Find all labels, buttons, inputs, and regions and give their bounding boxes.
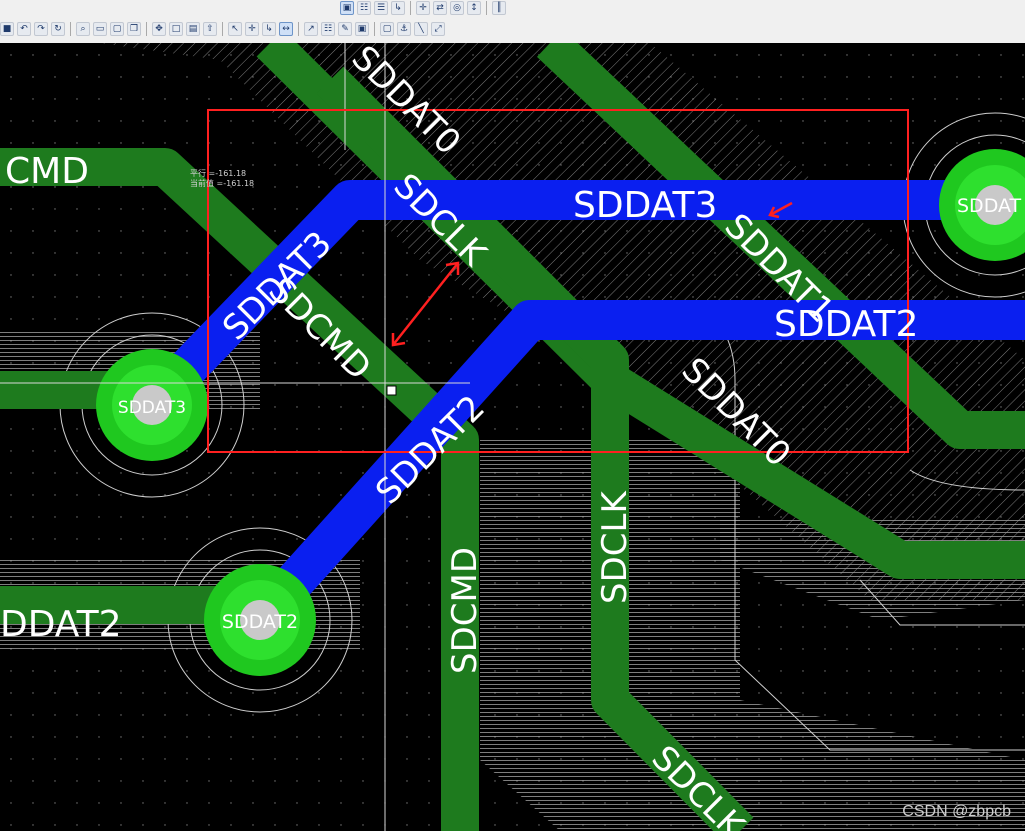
pad-label-sddat2: SDDAT2 [222,611,298,633]
export-icon[interactable]: ⇧ [203,22,217,36]
watermark: CSDN @zbpcb [902,803,1011,820]
pointer-icon[interactable]: ↖ [228,22,242,36]
pen-icon[interactable]: ✎ [338,22,352,36]
height-icon[interactable]: ↕ [467,1,481,15]
unlock-icon[interactable]: ▢ [380,22,394,36]
label-sdcmd-left: CMD [5,151,89,192]
trace-icon[interactable]: ╲ [414,22,428,36]
via-icon[interactable]: ◎ [450,1,464,15]
tooltip-line1: 平行 =-161.18 [190,168,246,178]
copy-icon[interactable]: ❐ [127,22,141,36]
toolbar-separator [374,22,375,36]
anchor-icon[interactable]: ⚓ [397,22,411,36]
lock-icon[interactable]: ▣ [355,22,369,36]
toolbar-bottom-row: ■ ↶ ↷ ↻ ⌕ ▭ ▢ ❐ ✥ □ ▤ ⇧ ↖ ✛ ↳ ↔ ↗ ☷ ✎ ▣ ▢ ⚓ ╲ ⤢ [0,22,445,36]
label-sdclk-vertical: SDCLK [595,490,635,604]
pad-label-sddat3: SDDAT3 [118,398,186,418]
pcb-canvas[interactable]: CMD SDDAT0 SDCLK SDDAT3 SDDAT1 SDDAT2 SD… [0,43,1025,831]
measure-icon[interactable]: ↔ [279,22,293,36]
toolbar-separator [146,22,147,36]
toolbar-separator [486,1,487,15]
grid-icon[interactable]: ☷ [357,1,371,15]
list-icon[interactable]: ☰ [374,1,388,15]
label-sddat3-right: SDDAT3 [573,185,717,226]
redo-icon[interactable]: ↷ [34,22,48,36]
toolbar: ▣ ☷ ☰ ↳ ✛ ⇄ ◎ ↕ ║ ■ ↶ ↷ ↻ ⌕ ▭ ▢ ❐ ✥ □ ▤ ⇧ ↖ ✛ ↳ ↔ ↗ ☷ ✎ ▣ ▢ ⚓ ╲ ⤢ [0,0,1025,44]
layers-icon[interactable]: ▤ [186,22,200,36]
select-area-icon[interactable]: ↗ [304,22,318,36]
toolbar-top-row: ▣ ☷ ☰ ↳ ✛ ⇄ ◎ ↕ ║ [340,1,506,15]
move-icon[interactable]: ✛ [416,1,430,15]
label-sdcmd-vertical: SDCMD [445,547,485,674]
move-icon[interactable]: ✛ [245,22,259,36]
refresh-icon[interactable]: ↻ [51,22,65,36]
tooltip-line2: 当前值 =-161.18 [190,178,254,188]
split-icon[interactable]: ║ [492,1,506,15]
view-icon[interactable]: ▭ [93,22,107,36]
route-icon[interactable]: ↳ [391,1,405,15]
board-icon[interactable]: □ [169,22,183,36]
toolbar-separator [298,22,299,36]
grid-icon[interactable]: ☷ [321,22,335,36]
toolbar-separator [222,22,223,36]
label-sddat2-left: DDAT2 [0,604,122,645]
layer-setup-icon[interactable]: ▣ [340,1,354,15]
label-sddat2-right: SDDAT2 [774,304,918,345]
zoom-icon[interactable]: ⌕ [76,22,90,36]
cursor-marker [386,385,397,396]
toolbar-separator [410,1,411,15]
pan-icon[interactable]: ✥ [152,22,166,36]
route-icon[interactable]: ↳ [262,22,276,36]
link-icon[interactable]: ⇄ [433,1,447,15]
undo-icon[interactable]: ↶ [17,22,31,36]
stretch-icon[interactable]: ⤢ [431,22,445,36]
toolbar-separator [70,22,71,36]
pad-label-sddat-right: SDDAT [957,195,1022,217]
select-icon[interactable]: ▢ [110,22,124,36]
save-icon[interactable]: ■ [0,22,14,36]
